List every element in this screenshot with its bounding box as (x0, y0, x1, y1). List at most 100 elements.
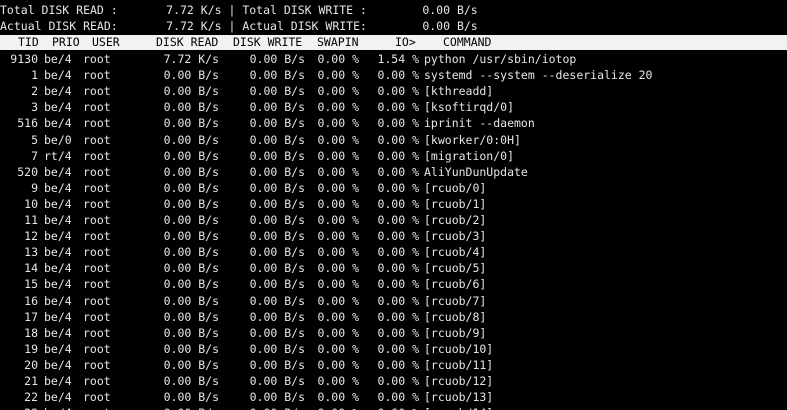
process-user: root (83, 196, 111, 211)
process-row[interactable]: 20 be/4 root 0.00 B/s 0.00 B/s 0.00 % 0.00 % [r… (0, 357, 787, 373)
process-row[interactable]: 516 be/4 root 0.00 B/s 0.00 B/s 0.00 % 0.00 % i… (0, 115, 787, 131)
column-header-prio[interactable]: PRIO (52, 35, 80, 50)
process-prio: be/4 (44, 229, 72, 244)
process-row[interactable]: 9 be/4 root 0.00 B/s 0.00 B/s 0.00 % 0.00 % [rc… (0, 180, 787, 196)
process-row[interactable]: 22 be/4 root 0.00 B/s 0.00 B/s 0.00 % 0.00 % [r… (0, 389, 787, 405)
process-disk-read: 0.00 B/s (163, 374, 219, 388)
process-row[interactable]: 13 be/4 root 0.00 B/s 0.00 B/s 0.00 % 0.00 % [r… (0, 244, 787, 260)
process-disk-write: 0.00 B/s (249, 180, 305, 195)
process-row[interactable]: 5 be/0 root 0.00 B/s 0.00 B/s 0.00 % 0.00 % [kw… (0, 132, 787, 148)
process-command: python /usr/sbin/iotop (424, 52, 577, 66)
process-row[interactable]: 12 be/4 root 0.00 B/s 0.00 B/s 0.00 % 0.00 % [r… (0, 228, 787, 244)
process-tid: 11 (24, 213, 38, 227)
column-header-tid[interactable]: TID (18, 35, 39, 50)
process-io-percent: 0.00 % (377, 84, 419, 99)
process-prio: be/4 (44, 164, 72, 179)
process-tid: 520 (17, 164, 38, 179)
process-user: root (83, 261, 111, 276)
process-row[interactable]: 520 be/4 root 0.00 B/s 0.00 B/s 0.00 % 0.00 % A… (0, 164, 787, 180)
process-swapin: 0.00 % (317, 277, 359, 292)
process-tid: 20 (24, 357, 38, 372)
column-header-disk-read[interactable]: DISK READ (156, 35, 218, 50)
process-disk-write: 0.00 B/s (249, 390, 305, 405)
process-row[interactable]: 1 be/4 root 0.00 B/s 0.00 B/s 0.00 % 0.00 % sys… (0, 67, 787, 83)
process-row[interactable]: 17 be/4 root 0.00 B/s 0.00 B/s 0.00 % 0.00 % [r… (0, 309, 787, 325)
process-io-percent: 0.00 % (377, 180, 419, 195)
process-command: systemd --system --deserialize 20 (424, 68, 653, 83)
process-disk-write: 0.00 B/s (249, 164, 305, 179)
process-prio: be/4 (44, 405, 84, 410)
process-disk-write: 0.00 B/s (249, 277, 305, 292)
process-user: root (83, 309, 111, 324)
process-row[interactable]: 19 be/4 root 0.00 B/s 0.00 B/s 0.00 % 0.00 % [r… (0, 341, 787, 357)
process-row[interactable]: 23 be/4root 0.00 B/s 0.00 B/s 0.00 %0.00 % [r… (0, 405, 787, 410)
column-header-disk-write[interactable]: DISK WRITE (233, 35, 302, 50)
process-tid: 7 (31, 148, 38, 163)
process-row[interactable]: 7 rt/4 root 0.00 B/s 0.00 B/s 0.00 % 0.00 % [mi… (0, 148, 787, 164)
process-row[interactable]: 2 be/4 root 0.00 B/s 0.00 B/s 0.00 % 0.00 % [kt… (0, 83, 787, 99)
process-tid: 13 (24, 245, 38, 260)
process-tid: 1 (31, 68, 38, 83)
process-command: [rcuob/0] (424, 180, 487, 195)
process-prio: be/4 (44, 357, 72, 372)
process-tid: 21 (24, 374, 38, 388)
process-tid: 15 (24, 277, 38, 292)
process-tid: 16 (24, 293, 38, 308)
process-swapin: 0.00 % (317, 196, 359, 211)
process-swapin: 0.00 % (317, 213, 359, 227)
process-prio: be/4 (44, 293, 72, 308)
process-command: [rcuob/13] (424, 390, 494, 405)
process-disk-write: 0.00 B/s (249, 245, 305, 260)
process-disk-read: 0.00 B/s (128, 405, 219, 410)
process-user: root (83, 325, 111, 340)
process-row[interactable]: 11 be/4 root 0.00 B/s 0.00 B/s 0.00 % 0.00 % [r… (0, 212, 787, 228)
process-swapin: 0.00 % (317, 261, 359, 276)
process-swapin: 0.00 % (317, 132, 359, 147)
process-tid: 10 (24, 196, 38, 211)
process-user: root (83, 100, 111, 115)
total-disk-summary: Total DISK READ : 7.72 K/s | Total DISK … (0, 3, 478, 17)
process-swapin: 0.00 % (317, 52, 359, 66)
process-command: [rcuob/1] (424, 196, 487, 211)
process-disk-read: 0.00 B/s (163, 180, 219, 195)
process-prio: be/4 (44, 341, 72, 356)
process-row[interactable]: 10 be/4 root 0.00 B/s 0.00 B/s 0.00 % 0.00 % [r… (0, 196, 787, 212)
process-io-percent: 0.00 % (377, 325, 419, 340)
process-disk-read: 0.00 B/s (163, 390, 219, 405)
process-io-percent: 0.00 % (377, 229, 419, 244)
process-swapin: 0.00 % (317, 68, 359, 83)
process-user: root (83, 68, 111, 83)
process-prio: be/4 (44, 245, 72, 260)
process-io-percent: 0.00 % (377, 341, 419, 356)
column-header-swapin[interactable]: SWAPIN (317, 35, 359, 50)
process-disk-read: 7.72 K/s (163, 52, 219, 66)
process-row[interactable]: 15 be/4 root 0.00 B/s 0.00 B/s 0.00 % 0.00 % [r… (0, 276, 787, 292)
process-prio: be/4 (44, 325, 72, 340)
process-disk-read: 0.00 B/s (163, 341, 219, 356)
process-command: [rcuob/4] (424, 245, 487, 260)
process-row[interactable]: 14 be/4 root 0.00 B/s 0.00 B/s 0.00 % 0.00 % [r… (0, 260, 787, 276)
process-disk-write: 0.00 B/s (249, 325, 305, 340)
process-disk-read: 0.00 B/s (163, 277, 219, 292)
process-io-percent: 0.00 % (377, 261, 419, 276)
process-row[interactable]: 16 be/4 root 0.00 B/s 0.00 B/s 0.00 % 0.00 % [r… (0, 293, 787, 309)
process-tid: 5 (31, 132, 38, 147)
process-prio: be/4 (44, 309, 72, 324)
process-row[interactable]: 18 be/4 root 0.00 B/s 0.00 B/s 0.00 % 0.00 % [r… (0, 325, 787, 341)
process-disk-write: 0.00 B/s (249, 374, 305, 388)
process-row[interactable]: 9130 be/4 root 7.72 K/s 0.00 B/s 0.00 % 1.54 %… (0, 51, 787, 67)
process-swapin: 0.00 % (317, 100, 359, 115)
process-swapin: 0.00 % (317, 116, 359, 131)
process-disk-write: 0.00 B/s (249, 100, 305, 115)
column-header-io-sorted[interactable]: IO> (395, 35, 416, 50)
process-row[interactable]: 21 be/4 root 0.00 B/s 0.00 B/s 0.00 % 0.00 % [r… (0, 373, 787, 389)
column-header-user[interactable]: USER (92, 35, 120, 50)
column-header-command[interactable]: COMMAND (443, 35, 491, 50)
process-disk-read: 0.00 B/s (163, 245, 219, 260)
process-io-percent: 0.00 % (361, 405, 419, 410)
process-io-percent: 0.00 % (377, 374, 419, 388)
process-row[interactable]: 3 be/4 root 0.00 B/s 0.00 B/s 0.00 % 0.00 % [ks… (0, 99, 787, 115)
process-tid: 9130 (10, 52, 38, 66)
process-disk-write: 0.00 B/s (249, 68, 305, 83)
process-disk-read: 0.00 B/s (163, 213, 219, 227)
